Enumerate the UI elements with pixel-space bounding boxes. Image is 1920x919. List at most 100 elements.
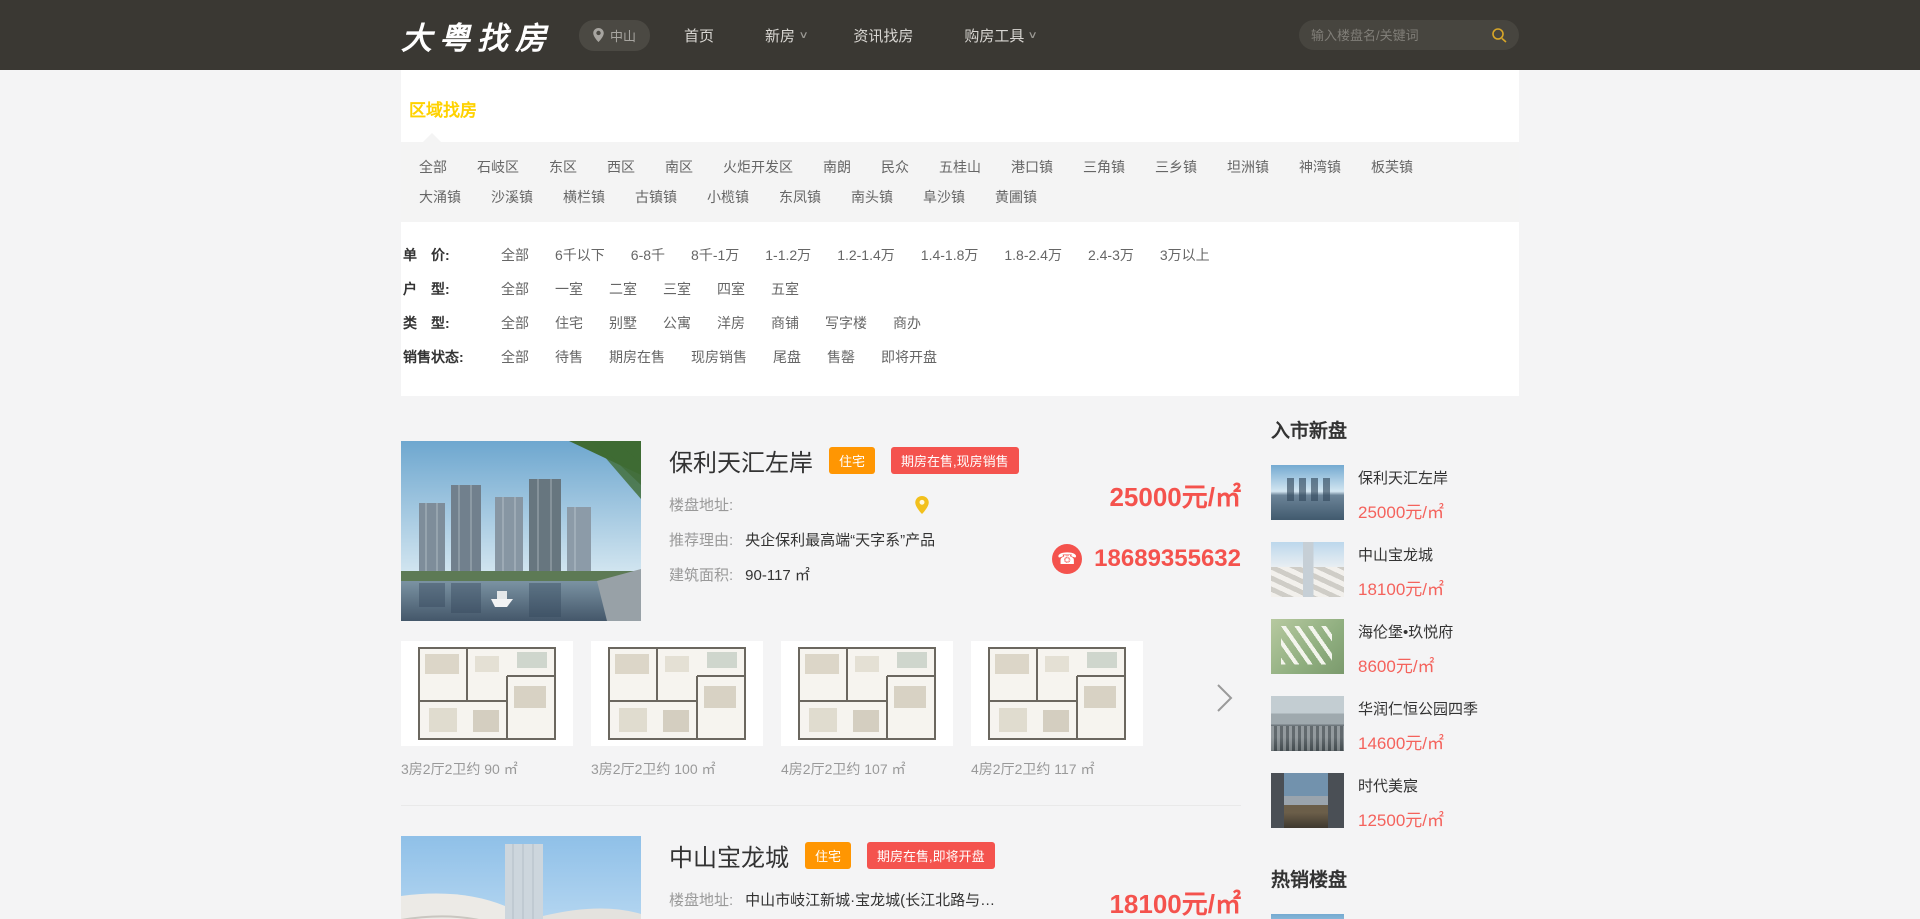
region-link[interactable]: 南头镇	[851, 185, 893, 209]
region-link[interactable]: 神湾镇	[1299, 155, 1341, 179]
filter-option[interactable]: 期房在售	[609, 347, 665, 367]
listing-photo[interactable]	[401, 836, 641, 919]
nav-item[interactable]: 新房 ∨	[765, 25, 807, 46]
filter-option[interactable]: 公寓	[663, 313, 691, 333]
region-link[interactable]: 西区	[607, 155, 635, 179]
floorplan-image	[781, 641, 953, 746]
status-tag: 期房在售,现房销售	[891, 447, 1019, 474]
filter-option[interactable]: 住宅	[555, 313, 583, 333]
filter-option[interactable]: 商办	[893, 313, 921, 333]
region-link[interactable]: 黄圃镇	[995, 185, 1037, 209]
filter-option[interactable]: 8千-1万	[691, 245, 739, 265]
sidebar-title-new: 入市新盘	[1271, 416, 1519, 443]
region-link[interactable]: 南区	[665, 155, 693, 179]
floorplan-strip: 3房2厅2卫约 90 ㎡	[401, 641, 1241, 779]
region-link[interactable]: 南朗	[823, 155, 851, 179]
filter-option[interactable]: 3万以上	[1160, 245, 1210, 265]
search-input[interactable]	[1311, 28, 1491, 43]
section-title-region-search: 区域找房	[409, 96, 1519, 121]
filter-option[interactable]: 售罄	[827, 347, 855, 367]
filter-option[interactable]: 别墅	[609, 313, 637, 333]
region-link[interactable]: 三角镇	[1083, 155, 1125, 179]
region-link[interactable]: 古镇镇	[635, 185, 677, 209]
floorplan-item[interactable]: 3房2厅2卫约 90 ㎡	[401, 641, 573, 779]
filter-option[interactable]: 6-8千	[631, 245, 665, 265]
listing-card: 保利天汇左岸 住宅 期房在售,现房销售 楼盘地址: 推荐理由: 央企保利最高端“…	[401, 441, 1241, 621]
nav-item[interactable]: 资讯找房	[853, 25, 918, 46]
city-label: 中山	[610, 26, 636, 45]
filter-option[interactable]: 1-1.2万	[765, 245, 811, 265]
region-link[interactable]: 民众	[881, 155, 909, 179]
listing-title[interactable]: 保利天汇左岸	[669, 443, 813, 478]
region-link[interactable]: 五桂山	[939, 155, 981, 179]
city-selector[interactable]: 中山	[579, 20, 650, 51]
sidebar-listing-item[interactable]: 保利天汇左岸 25000元/㎡	[1271, 465, 1519, 523]
region-filter-strip: 全部 石岐区 东区 西区 南区 火炬开发区 南朗 民众 五桂山 港口镇 三角镇 三乡镇 坦洲镇 神湾镇 板芙…	[401, 142, 1519, 222]
search-icon[interactable]	[1491, 27, 1507, 43]
listing-photo[interactable]	[401, 441, 641, 621]
region-link[interactable]: 东凤镇	[779, 185, 821, 209]
region-link[interactable]: 东区	[549, 155, 577, 179]
filter-option[interactable]: 全部	[501, 313, 529, 333]
region-link[interactable]: 坦洲镇	[1227, 155, 1269, 179]
sidebar-title-hot: 热销楼盘	[1271, 865, 1519, 892]
listing-divider	[401, 805, 1241, 806]
floorplan-drawing	[797, 646, 937, 741]
filter-option[interactable]: 洋房	[717, 313, 745, 333]
filter-option[interactable]: 尾盘	[773, 347, 801, 367]
region-link[interactable]: 火炬开发区	[723, 155, 793, 179]
sidebar-listing-item[interactable]: 华润仁恒公园四季 14600元/㎡	[1271, 696, 1519, 754]
region-link[interactable]: 三乡镇	[1155, 155, 1197, 179]
filter-option[interactable]: 三室	[663, 279, 691, 299]
sidebar-listing-item[interactable]: 保利天汇左岸 25000元/㎡	[1271, 914, 1519, 919]
region-link[interactable]: 横栏镇	[563, 185, 605, 209]
floorplan-item[interactable]: 4房2厅2卫约 107 ㎡	[781, 641, 953, 779]
filter-option[interactable]: 一室	[555, 279, 583, 299]
filter-option[interactable]: 6千以下	[555, 245, 605, 265]
filter-option[interactable]: 现房销售	[691, 347, 747, 367]
filter-option[interactable]: 1.8-2.4万	[1004, 245, 1062, 265]
region-link[interactable]: 港口镇	[1011, 155, 1053, 179]
price-column: 18100元/㎡	[1009, 836, 1241, 919]
filter-option[interactable]: 五室	[771, 279, 799, 299]
filter-option[interactable]: 四室	[717, 279, 745, 299]
phone-row[interactable]: ☎ 18689355632	[1009, 544, 1241, 574]
region-link[interactable]: 小榄镇	[707, 185, 749, 209]
sidebar-listing-item[interactable]: 海伦堡•玖悦府 8600元/㎡	[1271, 619, 1519, 677]
filter-option[interactable]: 全部	[501, 347, 529, 367]
next-arrow-icon[interactable]	[1211, 681, 1237, 715]
floorplan-item[interactable]: 4房2厅2卫约 117 ㎡	[971, 641, 1143, 779]
region-link[interactable]: 石岐区	[477, 155, 519, 179]
listing-title[interactable]: 中山宝龙城	[669, 838, 789, 873]
filter-label: 户 型:	[403, 279, 487, 299]
region-link[interactable]: 大涌镇	[419, 185, 461, 209]
region-link[interactable]: 板芙镇	[1371, 155, 1413, 179]
floorplan-item[interactable]: 3房2厅2卫约 100 ㎡	[591, 641, 763, 779]
filter-option[interactable]: 写字楼	[825, 313, 867, 333]
region-link[interactable]: 沙溪镇	[491, 185, 533, 209]
sidebar-listing-item[interactable]: 时代美宸 12500元/㎡	[1271, 773, 1519, 831]
new-listings: 保利天汇左岸 25000元/㎡ 中山宝龙城 18100元/㎡ 海伦堡•玖	[1271, 465, 1519, 831]
filter-option[interactable]: 2.4-3万	[1088, 245, 1134, 265]
nav-item[interactable]: 购房工具 ∨	[964, 25, 1036, 46]
region-link[interactable]: 阜沙镇	[923, 185, 965, 209]
filter-option[interactable]: 即将开盘	[881, 347, 937, 367]
phone-number: 18689355632	[1094, 545, 1241, 573]
address-label: 楼盘地址:	[669, 494, 733, 515]
filter-option[interactable]: 1.2-1.4万	[837, 245, 895, 265]
filter-panel: 区域找房 全部 石岐区 东区 西区 南区 火炬开发区 南朗 民众 五桂山 港口镇 三角镇 三乡镇 坦洲镇…	[401, 70, 1519, 396]
filter-option[interactable]: 待售	[555, 347, 583, 367]
floorplan-image	[971, 641, 1143, 746]
filter-option[interactable]: 全部	[501, 279, 529, 299]
filter-option[interactable]: 全部	[501, 245, 529, 265]
address-label: 楼盘地址:	[669, 889, 733, 910]
filter-option[interactable]: 1.4-1.8万	[921, 245, 979, 265]
nav-item[interactable]: 首页	[684, 25, 719, 46]
site-logo[interactable]: 大粤找房	[401, 13, 553, 58]
towers-riverside-image	[401, 441, 641, 621]
sidebar-listing-item[interactable]: 中山宝龙城 18100元/㎡	[1271, 542, 1519, 600]
filter-option[interactable]: 二室	[609, 279, 637, 299]
map-pin-icon[interactable]	[915, 496, 929, 514]
filter-option[interactable]: 商铺	[771, 313, 799, 333]
region-link[interactable]: 全部	[419, 155, 447, 179]
